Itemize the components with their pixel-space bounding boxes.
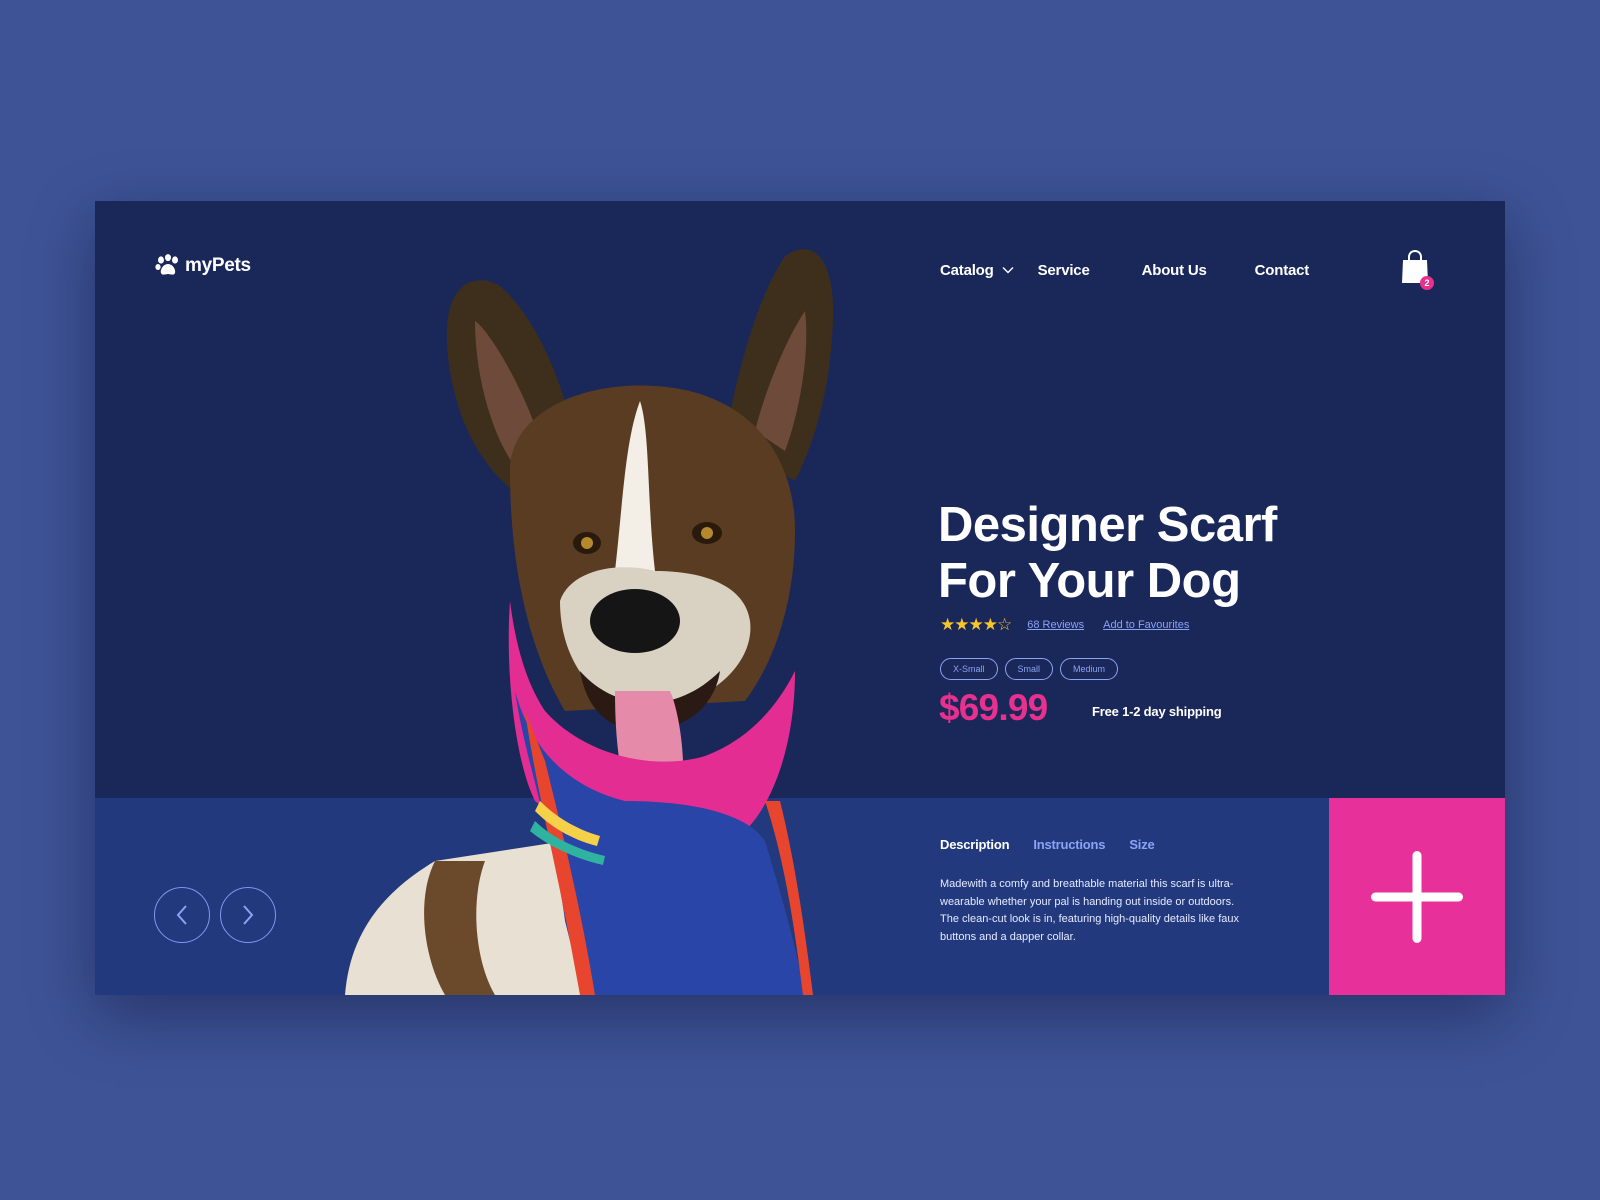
star-icon: ★: [968, 615, 984, 634]
star-icon: ★: [940, 615, 955, 634]
nav-catalog[interactable]: Catalog: [940, 262, 1014, 279]
tab-instructions[interactable]: Instructions: [1033, 837, 1105, 852]
star-rating: ★★★★☆: [940, 615, 1012, 635]
star-outline-icon: ☆: [997, 615, 1012, 634]
tab-description[interactable]: Description: [940, 837, 1010, 852]
nav-contact[interactable]: Contact: [1255, 262, 1310, 279]
cart-button[interactable]: 2: [1400, 249, 1436, 292]
main-nav: Catalog Service About Us Contact: [940, 258, 1309, 282]
reviews-link[interactable]: 68 Reviews: [1027, 619, 1084, 631]
chevron-right-icon: [243, 905, 254, 925]
shipping-note: Free 1-2 day shipping: [1092, 704, 1222, 719]
add-to-favourites-link[interactable]: Add to Favourites: [1103, 619, 1189, 631]
chevron-down-icon: [1002, 267, 1014, 274]
info-tabs: Description Instructions Size: [940, 837, 1155, 852]
nav-about-us[interactable]: About Us: [1142, 262, 1207, 279]
cart-count-badge: 2: [1420, 276, 1434, 290]
size-chip-x-small[interactable]: X-Small: [940, 658, 998, 680]
brand-name: myPets: [185, 255, 251, 276]
nav-catalog-label: Catalog: [940, 261, 994, 279]
rating-row: ★★★★☆ 68 Reviews Add to Favourites: [940, 615, 1189, 635]
previous-button[interactable]: [154, 887, 210, 943]
paw-icon: [155, 254, 178, 275]
plus-icon: [1371, 850, 1463, 943]
nav-service[interactable]: Service: [1038, 262, 1090, 279]
star-icon: ★: [954, 615, 969, 634]
product-title-line2: For Your Dog: [938, 554, 1241, 608]
size-options: X-Small Small Medium: [940, 658, 1119, 680]
tab-size[interactable]: Size: [1129, 837, 1154, 852]
product-price: $69.99: [939, 687, 1048, 728]
next-button[interactable]: [220, 887, 276, 943]
product-description: Madewith a comfy and breathable material…: [940, 878, 1239, 943]
size-chip-medium[interactable]: Medium: [1060, 658, 1119, 680]
product-title: Designer Scarf For Your Dog: [938, 497, 1418, 609]
dog-image: [345, 249, 834, 995]
chevron-left-icon: [176, 905, 187, 925]
add-to-cart-button[interactable]: [1329, 798, 1505, 995]
size-chip-small[interactable]: Small: [1004, 658, 1054, 680]
brand-logo[interactable]: myPets: [155, 254, 251, 278]
product-title-line1: Designer Scarf: [938, 498, 1277, 552]
star-icon: ★: [982, 615, 998, 634]
product-card: myPets Catalog Service About Us Contact …: [95, 201, 1505, 995]
